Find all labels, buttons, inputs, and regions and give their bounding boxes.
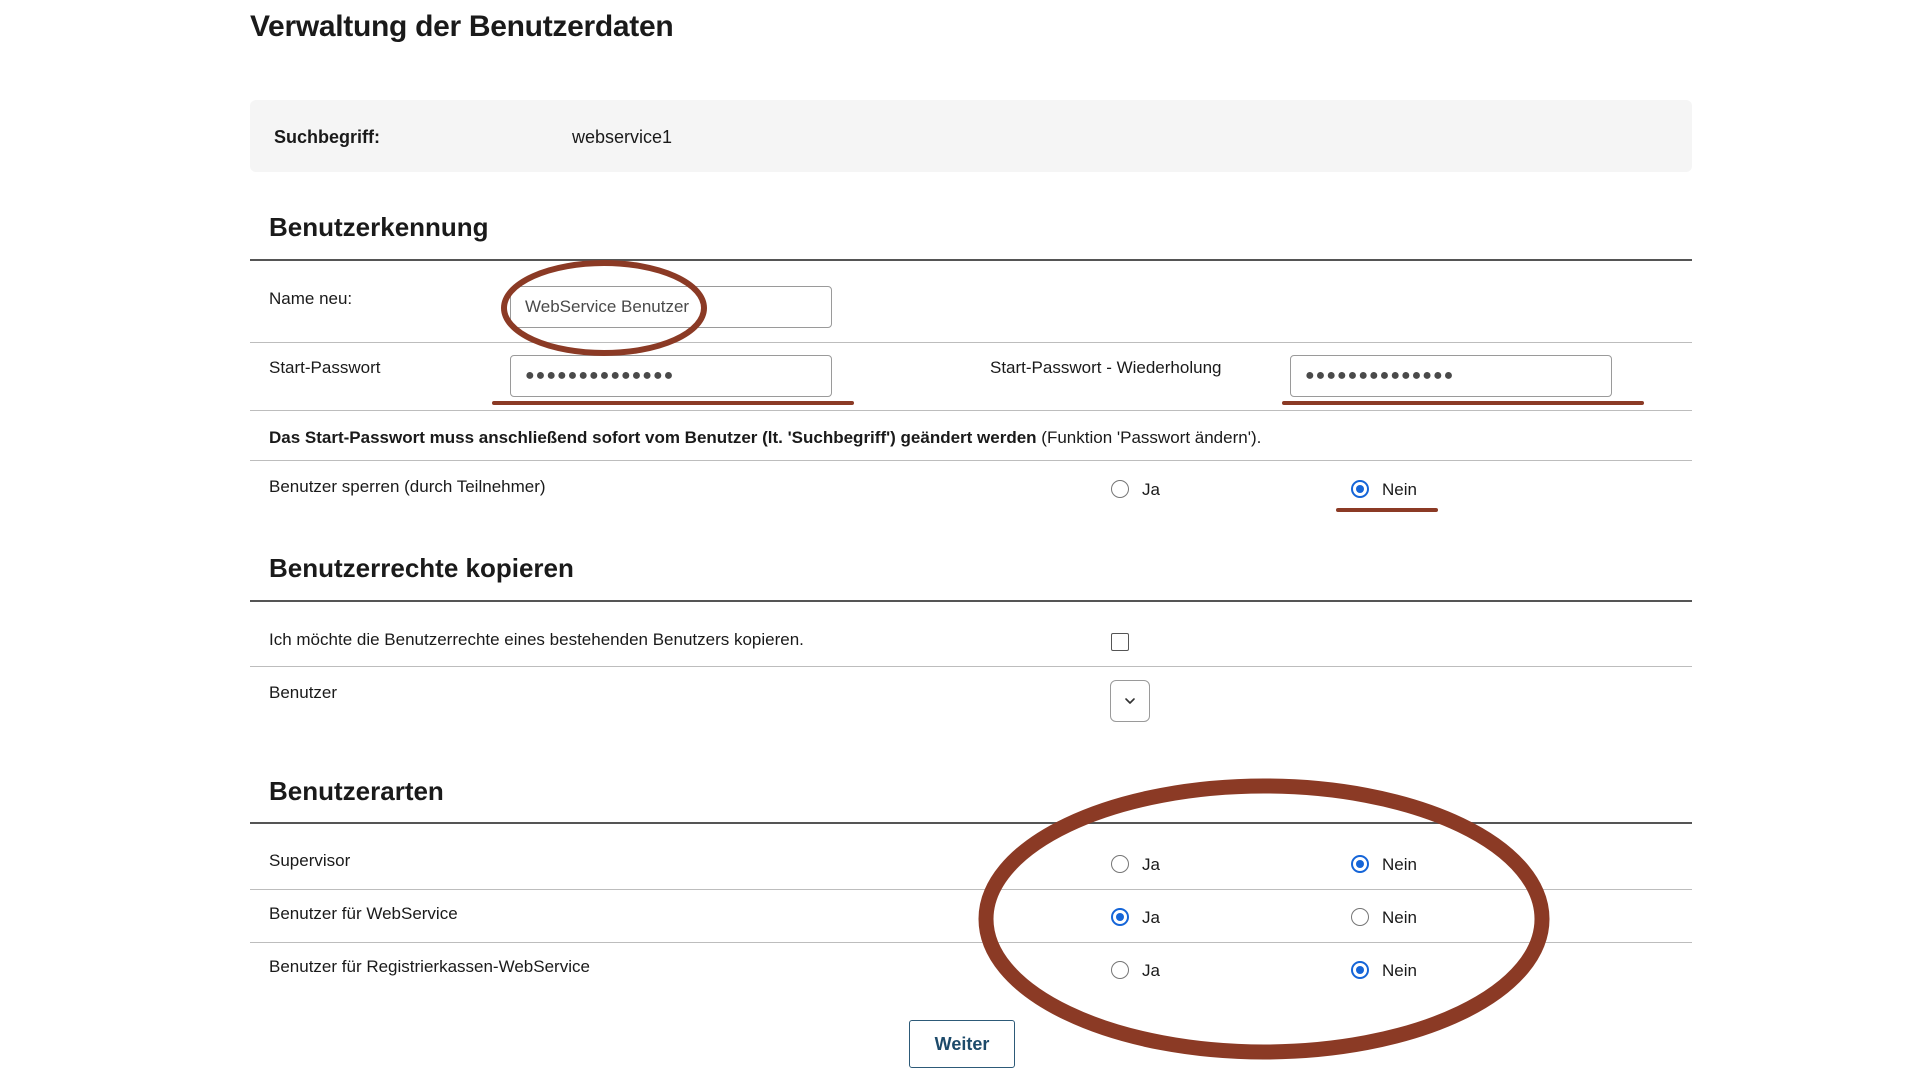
- name-label: Name neu:: [269, 289, 353, 308]
- password-repeat-input-value: ●●●●●●●●●●●●●●: [1305, 367, 1455, 384]
- section-title-benutzerkennung: Benutzerkennung: [269, 212, 489, 242]
- password-input[interactable]: ●●●●●●●●●●●●●●: [510, 355, 832, 397]
- section-title-arten: Benutzerarten: [269, 776, 444, 806]
- user-select-label: Benutzer: [269, 683, 338, 702]
- section-divider: [250, 600, 1692, 602]
- search-label: Suchbegriff:: [274, 127, 380, 147]
- page-title: Verwaltung der Benutzerdaten: [250, 10, 674, 43]
- password-label: Start-Passwort: [269, 358, 381, 377]
- register-yes-radio[interactable]: [1111, 961, 1129, 979]
- register-no-label: Nein: [1382, 961, 1417, 980]
- row-divider: [250, 410, 1692, 411]
- webservice-user-label: Benutzer für WebService: [269, 904, 458, 923]
- annotation-underline: [492, 401, 854, 405]
- register-yes-label: Ja: [1142, 961, 1160, 980]
- row-divider: [250, 666, 1692, 667]
- search-value: webservice1: [572, 127, 673, 147]
- lock-yes-label: Ja: [1142, 480, 1160, 499]
- section-divider: [250, 259, 1692, 261]
- password-repeat-input[interactable]: ●●●●●●●●●●●●●●: [1290, 355, 1612, 397]
- section-title-rechte: Benutzerrechte kopieren: [269, 553, 574, 583]
- section-divider: [250, 822, 1692, 824]
- search-summary: [250, 100, 1692, 172]
- copy-rights-label: Ich möchte die Benutzerrechte eines best…: [269, 630, 804, 649]
- supervisor-label: Supervisor: [269, 851, 351, 870]
- password-input-value: ●●●●●●●●●●●●●●: [525, 367, 675, 384]
- annotation-circle-user-types: [978, 778, 1550, 1060]
- row-divider: [250, 342, 1692, 343]
- register-no-radio[interactable]: [1351, 961, 1369, 979]
- password-note: Das Start-Passwort muss anschließend sof…: [269, 428, 1261, 448]
- supervisor-no-radio[interactable]: [1351, 855, 1369, 873]
- lock-no-radio[interactable]: [1351, 480, 1369, 498]
- password-note-rest: (Funktion 'Passwort ändern').: [1036, 428, 1262, 447]
- register-webservice-label: Benutzer für Registrierkassen-WebService: [269, 957, 590, 976]
- annotation-underline: [1282, 401, 1644, 405]
- supervisor-yes-label: Ja: [1142, 855, 1160, 874]
- chevron-down-icon: [1125, 698, 1135, 704]
- lock-label: Benutzer sperren (durch Teilnehmer): [269, 477, 546, 496]
- supervisor-yes-radio[interactable]: [1111, 855, 1129, 873]
- supervisor-no-label: Nein: [1382, 855, 1417, 874]
- lock-no-label: Nein: [1382, 480, 1417, 499]
- webservice-yes-radio[interactable]: [1111, 908, 1129, 926]
- lock-yes-radio[interactable]: [1111, 480, 1129, 498]
- name-input[interactable]: WebService Benutzer: [510, 286, 832, 328]
- row-divider: [250, 889, 1692, 890]
- name-input-value: WebService Benutzer: [525, 297, 690, 316]
- row-divider: [250, 942, 1692, 943]
- webservice-no-label: Nein: [1382, 908, 1417, 927]
- annotation-underline: [1336, 508, 1438, 512]
- password-note-bold: Das Start-Passwort muss anschließend sof…: [269, 428, 1037, 447]
- password-repeat-label: Start-Passwort - Wiederholung: [990, 358, 1222, 377]
- row-divider: [250, 460, 1692, 461]
- copy-rights-checkbox[interactable]: [1111, 633, 1129, 651]
- webservice-no-radio[interactable]: [1351, 908, 1369, 926]
- user-select[interactable]: [1110, 680, 1150, 722]
- webservice-yes-label: Ja: [1142, 908, 1160, 927]
- weiter-button[interactable]: Weiter: [909, 1020, 1015, 1068]
